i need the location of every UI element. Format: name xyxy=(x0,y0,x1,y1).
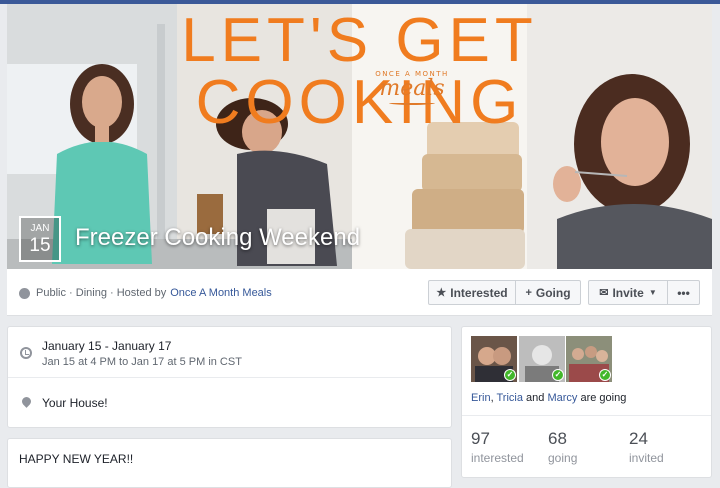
event-title: Freezer Cooking Weekend xyxy=(75,224,361,251)
meta-separator: · xyxy=(65,287,76,299)
privacy-label[interactable]: Public xyxy=(36,287,66,299)
event-date-range: January 15 - January 17 xyxy=(42,339,172,353)
guests-card: ✓ ✓ ✓ Erin, Tricia and Marcy are going 9… xyxy=(461,326,712,478)
event-info-bar: Public · Dining · Hosted by Once A Month… xyxy=(7,269,712,316)
friends-going-text: Erin, Tricia and Marcy are going xyxy=(471,392,626,404)
and-word: and xyxy=(526,392,545,404)
event-time-row[interactable]: January 15 - January 17 Jan 15 at 4 PM t… xyxy=(8,327,451,378)
event-meta: Public · Dining · Hosted by Once A Month… xyxy=(19,287,272,299)
stat-label: going xyxy=(548,451,578,465)
stat-invited[interactable]: 24 invited xyxy=(629,429,664,465)
more-options-button[interactable]: ••• xyxy=(667,280,700,305)
going-check-icon: ✓ xyxy=(552,369,564,381)
date-month: JAN xyxy=(30,223,50,234)
hosted-by-label: Hosted by xyxy=(116,287,167,299)
stat-value: 68 xyxy=(548,429,567,448)
cover-photo[interactable]: LET'S GET COOKING ONCE A MONTH meals JAN… xyxy=(7,4,712,269)
host-link[interactable]: Once A Month Meals xyxy=(170,287,272,299)
category-label[interactable]: Dining xyxy=(76,287,107,299)
interested-button-label: Interested xyxy=(450,285,508,300)
clock-icon xyxy=(20,347,32,359)
more-icon: ••• xyxy=(677,285,690,300)
event-time-detail: Jan 15 at 4 PM to Jan 17 at 5 PM in CST xyxy=(42,356,242,368)
going-button-label: Going xyxy=(535,285,571,300)
stat-value: 24 xyxy=(629,429,648,448)
envelope-icon: ✉ xyxy=(599,287,609,299)
friend-link[interactable]: Marcy xyxy=(547,392,577,404)
event-location: Your House! xyxy=(42,396,108,410)
going-check-icon: ✓ xyxy=(504,369,516,381)
star-icon: ★ xyxy=(436,287,447,299)
going-check-icon: ✓ xyxy=(599,369,611,381)
friend-link[interactable]: Erin xyxy=(471,392,491,404)
going-suffix: are going xyxy=(580,392,627,404)
cover-headline: LET'S GET COOKING xyxy=(181,6,538,137)
stat-interested[interactable]: 97 interested xyxy=(471,429,524,465)
stat-label: interested xyxy=(471,451,524,465)
brand-swoosh xyxy=(389,101,435,105)
avatar[interactable]: ✓ xyxy=(566,336,612,382)
invite-button[interactable]: ✉ Invite ▼ xyxy=(588,280,668,305)
stat-going[interactable]: 68 going xyxy=(548,429,577,465)
plus-icon: + xyxy=(525,286,532,299)
date-badge: JAN 15 xyxy=(19,216,61,262)
event-description: HAPPY NEW YEAR!! xyxy=(19,452,134,466)
location-pin-icon xyxy=(20,395,33,408)
globe-icon xyxy=(19,287,30,299)
brand-logo-word: meals xyxy=(379,76,445,101)
invite-button-label: Invite xyxy=(612,285,644,300)
event-location-row[interactable]: Your House! xyxy=(8,379,451,429)
date-day: 15 xyxy=(29,235,51,256)
going-button[interactable]: + Going xyxy=(515,280,581,305)
interested-button[interactable]: ★ Interested xyxy=(428,280,516,305)
event-details-card: January 15 - January 17 Jan 15 at 4 PM t… xyxy=(7,326,452,428)
friend-link[interactable]: Tricia xyxy=(496,392,522,404)
avatar[interactable]: ✓ xyxy=(519,336,565,382)
avatar[interactable]: ✓ xyxy=(471,336,517,382)
brand-logo: ONCE A MONTH meals xyxy=(367,70,457,105)
stat-value: 97 xyxy=(471,429,490,448)
stat-label: invited xyxy=(629,451,664,465)
divider xyxy=(462,415,711,416)
meta-separator: · xyxy=(106,287,117,299)
chevron-down-icon: ▼ xyxy=(648,288,657,297)
